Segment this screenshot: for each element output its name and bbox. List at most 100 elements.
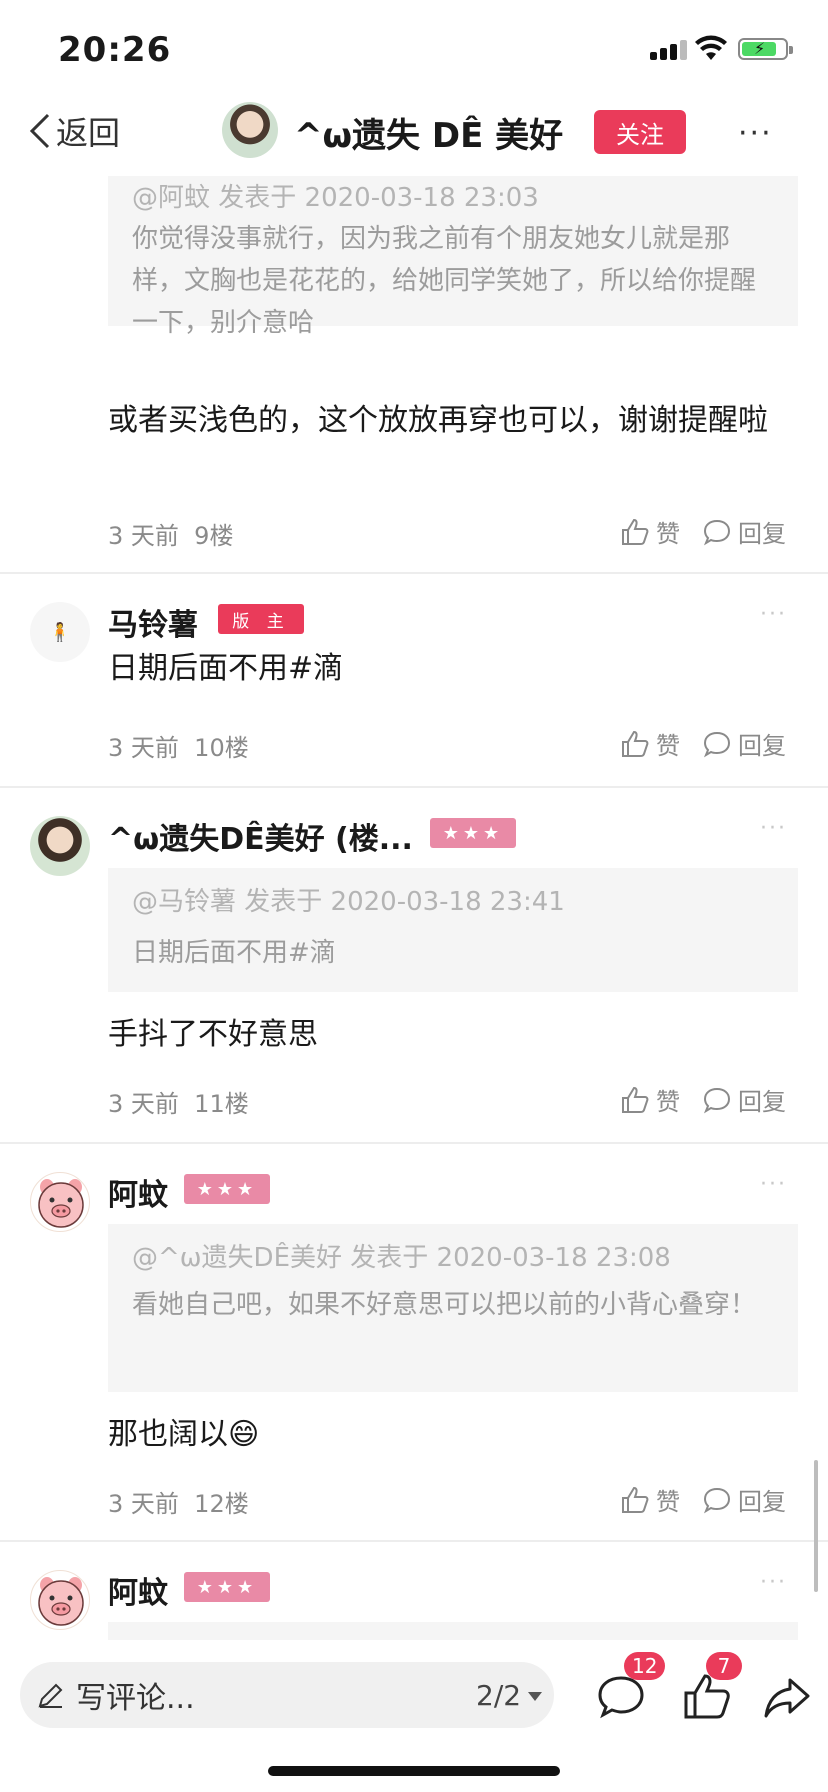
like-button[interactable]: 赞 xyxy=(620,726,680,761)
speech-bubble-icon xyxy=(703,1087,731,1113)
comment-text: 手抖了不好意思 xyxy=(108,1017,318,1052)
status-bar: 20:26 ⚡ xyxy=(0,0,828,88)
avatar-figure-icon: 🧍 xyxy=(48,621,72,643)
author-name[interactable]: ^ω遗失 DÊ 美好 xyxy=(294,108,563,157)
scrollbar[interactable] xyxy=(814,1460,818,1592)
comment-floor: 12楼 xyxy=(194,1490,249,1518)
comment-time: 3 天前 xyxy=(108,1090,179,1118)
comment-item: ^ω遗失DÊ美好 (楼... ★★★ ··· @马铃薯 发表于 2020-03-… xyxy=(0,788,828,1142)
speech-bubble-icon xyxy=(703,731,731,757)
comment-text-content: 那也阔以 xyxy=(108,1417,228,1452)
comment-time: 3 天前 xyxy=(108,1490,179,1518)
like-label: 赞 xyxy=(656,1488,680,1516)
cellular-signal-icon xyxy=(650,38,690,60)
comment-time: 3 天前 xyxy=(108,734,179,762)
thumbs-up-icon xyxy=(622,730,649,757)
comment-more-icon[interactable]: ··· xyxy=(760,1570,787,1595)
comment-actions: 赞 回复 xyxy=(620,514,786,549)
follow-button[interactable]: 关注 xyxy=(594,110,686,154)
quoted-comment: @马铃薯 发表于 2020-03-18 23:41 日期后面不用#滴 xyxy=(108,868,798,992)
wifi-icon xyxy=(695,35,727,60)
quoted-comment: @^ω遗失DÊ美好 发表于 2020-03-18 23:08 看她自己吧，如果不… xyxy=(108,1224,798,1392)
comment-meta: 3 天前 12楼 xyxy=(108,1484,249,1519)
reply-button[interactable]: 回复 xyxy=(702,1082,786,1117)
more-options-button[interactable]: ··· xyxy=(738,116,773,151)
comment-more-icon[interactable]: ··· xyxy=(760,816,787,841)
speech-bubble-icon xyxy=(703,519,731,545)
reply-button[interactable]: 回复 xyxy=(702,1482,786,1517)
reply-button[interactable]: 回复 xyxy=(702,726,786,761)
comment-item: 阿蚊 ★★★ ··· xyxy=(0,1542,828,1640)
like-label: 赞 xyxy=(656,732,680,760)
caret-down-icon xyxy=(528,1692,542,1701)
comment-meta: 3 天前 11楼 xyxy=(108,1084,249,1119)
user-avatar[interactable]: 🧍 xyxy=(30,602,90,662)
reply-label: 回复 xyxy=(738,1488,786,1516)
username[interactable]: 马铃薯 xyxy=(108,600,198,644)
share-icon[interactable] xyxy=(762,1672,812,1722)
comment-time: 3 天前 xyxy=(108,522,179,550)
battery-icon: ⚡ xyxy=(738,38,793,60)
comment-actions: 赞 回复 xyxy=(620,1082,786,1117)
author-avatar[interactable] xyxy=(222,102,278,158)
chevron-left-icon xyxy=(29,113,50,149)
comment-count-badge: 12 xyxy=(624,1652,666,1680)
quote-meta: @马铃薯 发表于 2020-03-18 23:41 xyxy=(132,887,565,917)
comment-item: 阿蚊 ★★★ ··· @^ω遗失DÊ美好 发表于 2020-03-18 23:0… xyxy=(0,1144,828,1540)
comment-text: 日期后面不用#滴 xyxy=(108,651,344,686)
comment-placeholder: 写评论... xyxy=(76,1681,195,1716)
reply-label: 回复 xyxy=(738,520,786,548)
comment-more-icon[interactable]: ··· xyxy=(760,1172,787,1197)
comment-meta: 3 天前 10楼 xyxy=(108,728,249,763)
pig-avatar-icon xyxy=(38,1577,84,1626)
comment-input[interactable]: 写评论... 2/2 xyxy=(20,1662,554,1728)
moderator-badge: 版 主 xyxy=(218,604,304,634)
comment-more-icon[interactable]: ··· xyxy=(760,602,787,627)
like-count-badge: 7 xyxy=(706,1652,742,1680)
thumbs-up-icon xyxy=(622,1486,649,1513)
comment-feed[interactable]: @阿蚊 发表于 2020-03-18 23:03 你觉得没事就行，因为我之前有个… xyxy=(0,176,828,1640)
level-stars-badge: ★★★ xyxy=(184,1174,270,1204)
home-indicator[interactable] xyxy=(268,1766,560,1776)
comment-item: 🧍 马铃薯 版 主 ··· 日期后面不用#滴 3 天前 10楼 赞 回复 xyxy=(0,574,828,786)
user-avatar[interactable] xyxy=(30,1570,90,1630)
comment-actions: 赞 回复 xyxy=(620,726,786,761)
quote-text: 看她自己吧，如果不好意思可以把以前的小背心叠穿！ xyxy=(132,1290,757,1320)
comment-actions: 赞 回复 xyxy=(620,1482,786,1517)
pencil-icon xyxy=(38,1683,63,1708)
level-stars-badge: ★★★ xyxy=(184,1572,270,1602)
thumbs-up-icon xyxy=(622,518,649,545)
status-time: 20:26 xyxy=(58,30,172,70)
quoted-comment: @阿蚊 发表于 2020-03-18 23:03 你觉得没事就行，因为我之前有个… xyxy=(108,176,798,338)
comment-floor: 11楼 xyxy=(194,1090,249,1118)
top-navbar: 返回 ^ω遗失 DÊ 美好 关注 ··· xyxy=(0,88,828,176)
username[interactable]: ^ω遗失DÊ美好 (楼... xyxy=(108,814,413,858)
user-avatar[interactable] xyxy=(30,816,90,876)
like-button[interactable]: 赞 xyxy=(620,1082,680,1117)
quote-text: 你觉得没事就行，因为我之前有个朋友她女儿就是那样，文胸也是花花的，给她同学笑她了… xyxy=(132,224,757,338)
username[interactable]: 阿蚊 xyxy=(108,1170,168,1214)
level-stars-badge: ★★★ xyxy=(430,818,516,848)
back-button[interactable]: 返回 xyxy=(28,106,120,156)
like-label: 赞 xyxy=(656,520,680,548)
comment-floor: 9楼 xyxy=(194,522,234,550)
pig-avatar-icon xyxy=(38,1179,84,1228)
like-button[interactable]: 赞 xyxy=(620,1482,680,1517)
comment-item: @阿蚊 发表于 2020-03-18 23:03 你觉得没事就行，因为我之前有个… xyxy=(0,176,828,550)
speech-bubble-icon xyxy=(703,1487,731,1513)
reply-label: 回复 xyxy=(738,732,786,760)
quote-meta: @阿蚊 发表于 2020-03-18 23:03 xyxy=(132,183,539,213)
thumbs-up-icon xyxy=(622,1086,649,1113)
reply-label: 回复 xyxy=(738,1088,786,1116)
quote-meta: @^ω遗失DÊ美好 发表于 2020-03-18 23:08 xyxy=(132,1243,671,1273)
reply-button[interactable]: 回复 xyxy=(702,514,786,549)
page-indicator[interactable]: 2/2 xyxy=(476,1679,521,1712)
comment-text: 或者买浅色的，这个放放再穿也可以，谢谢提醒啦 xyxy=(108,403,768,438)
laughing-emoji-icon: 😄 xyxy=(228,1417,260,1452)
back-label: 返回 xyxy=(56,114,121,152)
comment-text: 那也阔以😄 xyxy=(108,1410,798,1460)
user-avatar[interactable] xyxy=(30,1172,90,1232)
like-button[interactable]: 赞 xyxy=(620,514,680,549)
username[interactable]: 阿蚊 xyxy=(108,1568,168,1612)
like-label: 赞 xyxy=(656,1088,680,1116)
